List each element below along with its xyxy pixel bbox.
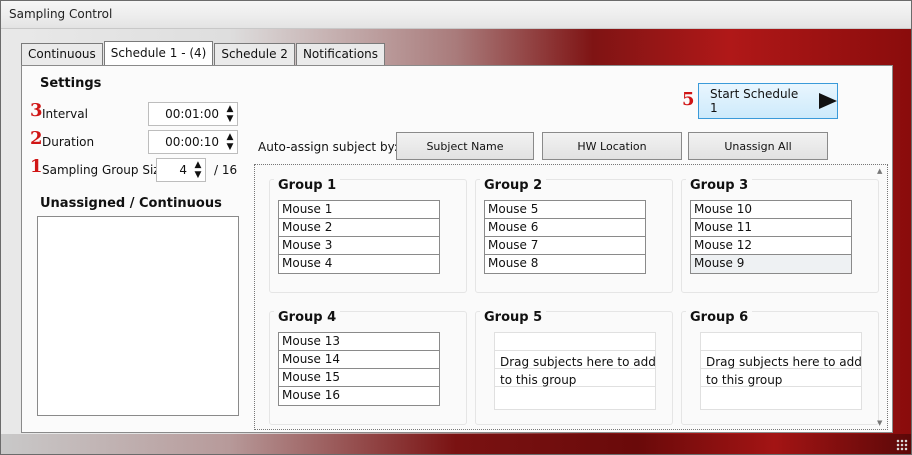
group-5: Group 5 Drag subjects here to add to thi… (475, 310, 673, 425)
scroll-down-icon[interactable]: ▼ (877, 419, 882, 427)
interval-label: Interval (42, 107, 88, 121)
list-item[interactable]: Mouse 16 (279, 387, 439, 405)
start-schedule-label: Start Schedule 1 (710, 87, 799, 115)
group-4: Group 4 Mouse 13 Mouse 14 Mouse 15 Mouse… (269, 310, 467, 425)
list-item[interactable]: Mouse 7 (485, 237, 645, 255)
schedule-panel: Settings 3 Interval 00:01:00 ▲ ▼ 2 Durat… (21, 65, 893, 433)
group-1: Group 1 Mouse 1 Mouse 2 Mouse 3 Mouse 4 (269, 178, 467, 293)
interval-value[interactable]: 00:01:00 (149, 107, 223, 121)
list-item[interactable]: Mouse 13 (279, 333, 439, 351)
list-item[interactable]: Mouse 2 (279, 219, 439, 237)
group-size-label: Sampling Group Size (42, 163, 167, 177)
group-4-list[interactable]: Mouse 13 Mouse 14 Mouse 15 Mouse 16 (278, 332, 440, 406)
auto-assign-label: Auto-assign subject by: (258, 140, 398, 154)
duration-stepper[interactable]: 00:00:10 ▲ ▼ (148, 130, 238, 154)
list-item[interactable]: Mouse 8 (485, 255, 645, 273)
list-item[interactable]: Mouse 6 (485, 219, 645, 237)
group-3-list[interactable]: Mouse 10 Mouse 11 Mouse 12 Mouse 9 (690, 200, 852, 274)
group-5-drop-zone[interactable]: Drag subjects here to add to this group (494, 332, 656, 410)
group-size-spin-arrows[interactable]: ▲ ▼ (191, 160, 205, 180)
spin-down-icon[interactable]: ▼ (227, 114, 234, 124)
group-size-stepper[interactable]: 4 ▲ ▼ (156, 158, 206, 182)
tab-strip: Continuous Schedule 1 - (4) Schedule 2 N… (21, 41, 386, 65)
tab-continuous[interactable]: Continuous (21, 43, 103, 65)
group-6-drop-zone[interactable]: Drag subjects here to add to this group (700, 332, 862, 410)
list-item[interactable]: Mouse 11 (691, 219, 851, 237)
settings-header: Settings (40, 76, 102, 91)
duration-label: Duration (42, 135, 95, 149)
group-2-list[interactable]: Mouse 5 Mouse 6 Mouse 7 Mouse 8 (484, 200, 646, 274)
unassigned-header: Unassigned / Continuous (40, 196, 222, 211)
spin-up-icon[interactable]: ▲ (227, 104, 234, 114)
drop-hint: Drag subjects here to add to this group (500, 355, 656, 387)
group-6: Group 6 Drag subjects here to add to thi… (681, 310, 879, 425)
window-title: Sampling Control (9, 7, 113, 21)
interval-spin-arrows[interactable]: ▲ ▼ (223, 104, 237, 124)
play-icon (819, 93, 837, 109)
settings-section: Settings 3 Interval 00:01:00 ▲ ▼ 2 Durat… (30, 72, 246, 188)
list-item[interactable]: Mouse 4 (279, 255, 439, 273)
group-title: Group 3 (686, 178, 753, 193)
group-size-value[interactable]: 4 (157, 163, 191, 177)
group-title: Group 6 (686, 310, 753, 325)
list-item[interactable]: Mouse 10 (691, 201, 851, 219)
interval-stepper[interactable]: 00:01:00 ▲ ▼ (148, 102, 238, 126)
scroll-up-icon[interactable]: ▲ (877, 167, 882, 175)
list-item[interactable]: Mouse 5 (485, 201, 645, 219)
group-3: Group 3 Mouse 10 Mouse 11 Mouse 12 Mouse… (681, 178, 879, 293)
list-item[interactable]: Mouse 15 (279, 369, 439, 387)
tab-schedule-1[interactable]: Schedule 1 - (4) (103, 41, 214, 65)
hw-location-button[interactable]: HW Location (542, 132, 682, 160)
title-bar[interactable]: Sampling Control (1, 1, 911, 29)
tab-notifications[interactable]: Notifications (295, 43, 386, 65)
start-schedule-button[interactable]: Start Schedule 1 (698, 83, 838, 119)
groups-area: Group 1 Mouse 1 Mouse 2 Mouse 3 Mouse 4 … (254, 164, 888, 430)
marker-3: 3 (30, 100, 43, 121)
marker-1: 1 (30, 156, 43, 177)
drop-hint: Drag subjects here to add to this group (706, 355, 862, 387)
duration-value[interactable]: 00:00:10 (149, 135, 223, 149)
list-item[interactable]: Mouse 9 (691, 255, 851, 273)
list-item[interactable]: Mouse 14 (279, 351, 439, 369)
spin-up-icon[interactable]: ▲ (195, 160, 202, 170)
unassigned-list[interactable] (37, 216, 239, 416)
spin-up-icon[interactable]: ▲ (227, 132, 234, 142)
group-size-row: 1 Sampling Group Size 4 ▲ ▼ / 16 (30, 156, 246, 182)
group-1-list[interactable]: Mouse 1 Mouse 2 Mouse 3 Mouse 4 (278, 200, 440, 274)
spin-down-icon[interactable]: ▼ (227, 142, 234, 152)
groups-scrollbar[interactable]: ▲ ▼ (875, 165, 887, 429)
unassign-all-button[interactable]: Unassign All (688, 132, 828, 160)
group-title: Group 2 (480, 178, 547, 193)
subject-name-button[interactable]: Subject Name (396, 132, 534, 160)
list-item[interactable]: Mouse 1 (279, 201, 439, 219)
group-title: Group 5 (480, 310, 547, 325)
group-title: Group 1 (274, 178, 341, 193)
frame-bottom (1, 434, 911, 454)
sampling-control-window: Sampling Control Continuous Schedule 1 -… (0, 0, 912, 455)
resize-grip-icon[interactable] (896, 439, 908, 451)
group-title: Group 4 (274, 310, 341, 325)
group-size-total: / 16 (214, 163, 238, 177)
spin-down-icon[interactable]: ▼ (195, 170, 202, 180)
interval-row: 3 Interval 00:01:00 ▲ ▼ (30, 100, 246, 126)
list-item[interactable]: Mouse 3 (279, 237, 439, 255)
marker-2: 2 (30, 128, 43, 149)
group-2: Group 2 Mouse 5 Mouse 6 Mouse 7 Mouse 8 (475, 178, 673, 293)
duration-row: 2 Duration 00:00:10 ▲ ▼ (30, 128, 246, 154)
tab-schedule-2[interactable]: Schedule 2 (214, 43, 295, 65)
duration-spin-arrows[interactable]: ▲ ▼ (223, 132, 237, 152)
marker-5: 5 (682, 89, 695, 110)
list-item[interactable]: Mouse 12 (691, 237, 851, 255)
unassigned-section: Unassigned / Continuous (30, 194, 246, 428)
